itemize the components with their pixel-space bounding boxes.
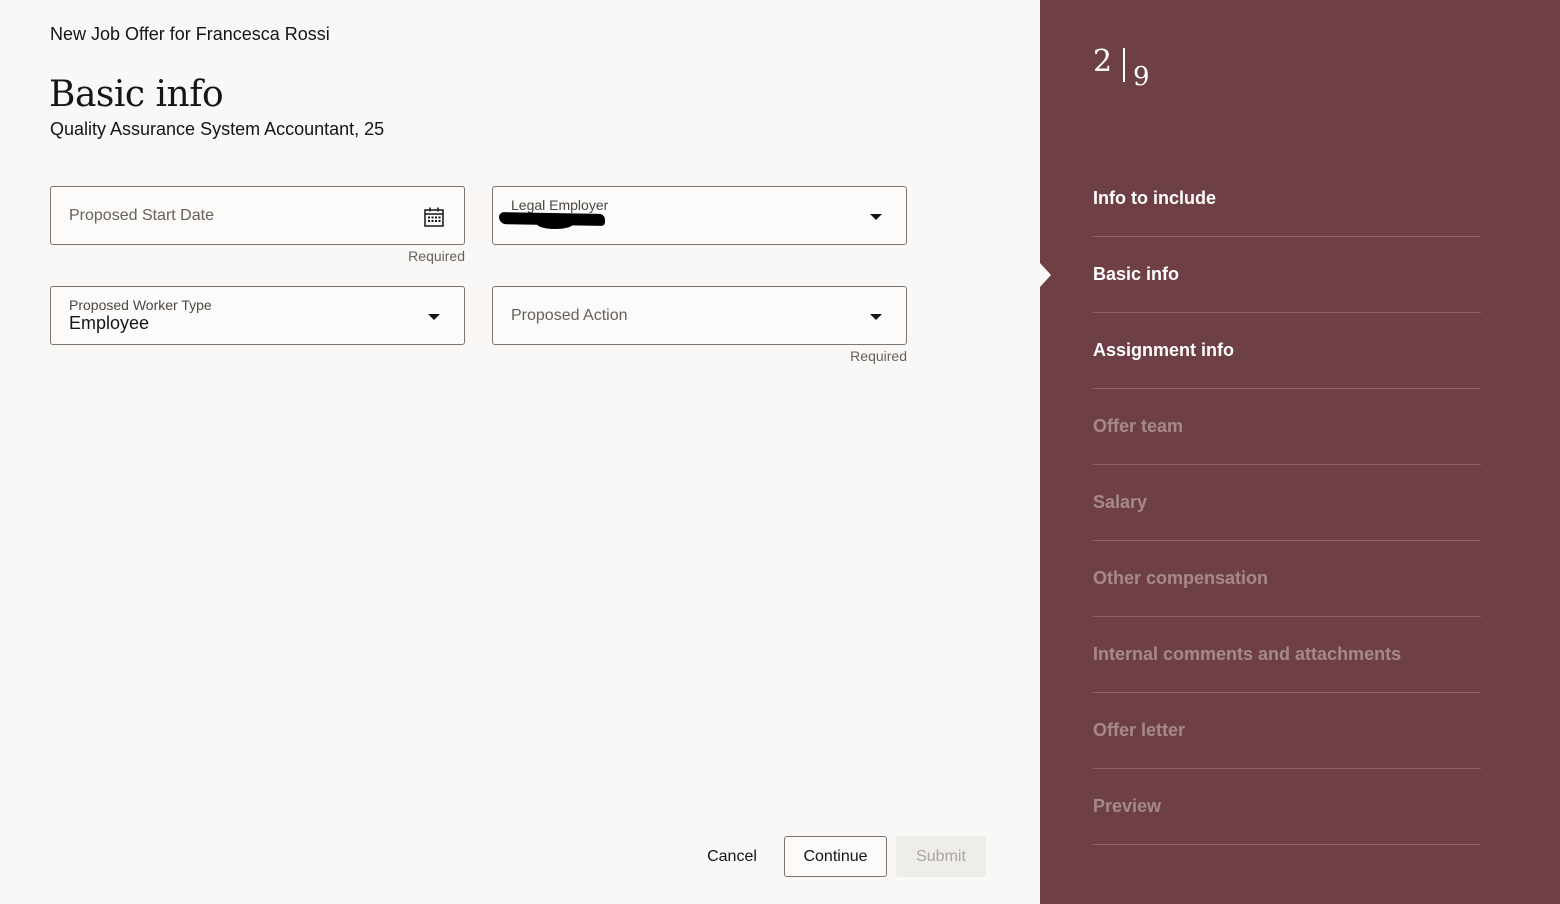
- current-step-indicator: [1040, 263, 1051, 287]
- step-offer-team[interactable]: Offer team: [1093, 389, 1481, 465]
- chevron-down-icon[interactable]: [864, 205, 888, 229]
- step-offer-letter[interactable]: Offer letter: [1093, 693, 1481, 769]
- chevron-down-icon[interactable]: [864, 305, 888, 329]
- job-subtitle: Quality Assurance System Accountant, 25: [50, 119, 385, 139]
- proposed-start-date-placeholder: Proposed Start Date: [69, 207, 214, 224]
- job-offer-page: New Job Offer for Francesca Rossi Basic …: [0, 0, 1560, 904]
- current-step-number: 2: [1093, 44, 1113, 79]
- step-basic-info[interactable]: Basic info: [1093, 237, 1481, 313]
- worker-type-label: Proposed Worker Type: [69, 297, 212, 313]
- cancel-button[interactable]: Cancel: [696, 836, 768, 877]
- worker-type-value: Employee: [69, 313, 150, 333]
- step-assignment-info[interactable]: Assignment info: [1093, 313, 1481, 389]
- start-date-required-text: Required: [408, 248, 465, 264]
- step-other-compensation[interactable]: Other compensation: [1093, 541, 1481, 617]
- chevron-down-icon[interactable]: [422, 305, 446, 329]
- proposed-worker-type-select[interactable]: Proposed Worker Type Employee: [50, 286, 465, 345]
- legal-employer-select[interactable]: Legal Employer: [492, 186, 907, 245]
- main-content: New Job Offer for Francesca Rossi Basic …: [0, 0, 1040, 904]
- total-steps-number: 9: [1133, 62, 1150, 92]
- step-list: Info to include Basic info Assignment in…: [1093, 161, 1481, 845]
- action-required-text: Required: [850, 348, 907, 364]
- page-title: Basic info: [49, 74, 224, 115]
- redacted-value-mark: [537, 219, 573, 229]
- continue-button[interactable]: Continue: [784, 836, 887, 877]
- step-salary[interactable]: Salary: [1093, 465, 1481, 541]
- proposed-action-select[interactable]: Proposed Action: [492, 286, 907, 345]
- submit-button[interactable]: Submit: [896, 836, 986, 877]
- step-preview[interactable]: Preview: [1093, 769, 1481, 845]
- step-counter-divider: [1123, 48, 1125, 82]
- step-info-to-include[interactable]: Info to include: [1093, 161, 1481, 237]
- step-internal-comments[interactable]: Internal comments and attachments: [1093, 617, 1481, 693]
- legal-employer-label: Legal Employer: [511, 197, 609, 213]
- proposed-start-date-field[interactable]: Proposed Start Date: [50, 186, 465, 245]
- offer-title: New Job Offer for Francesca Rossi: [50, 24, 330, 44]
- proposed-action-placeholder: Proposed Action: [511, 307, 628, 324]
- calendar-icon[interactable]: [422, 205, 446, 229]
